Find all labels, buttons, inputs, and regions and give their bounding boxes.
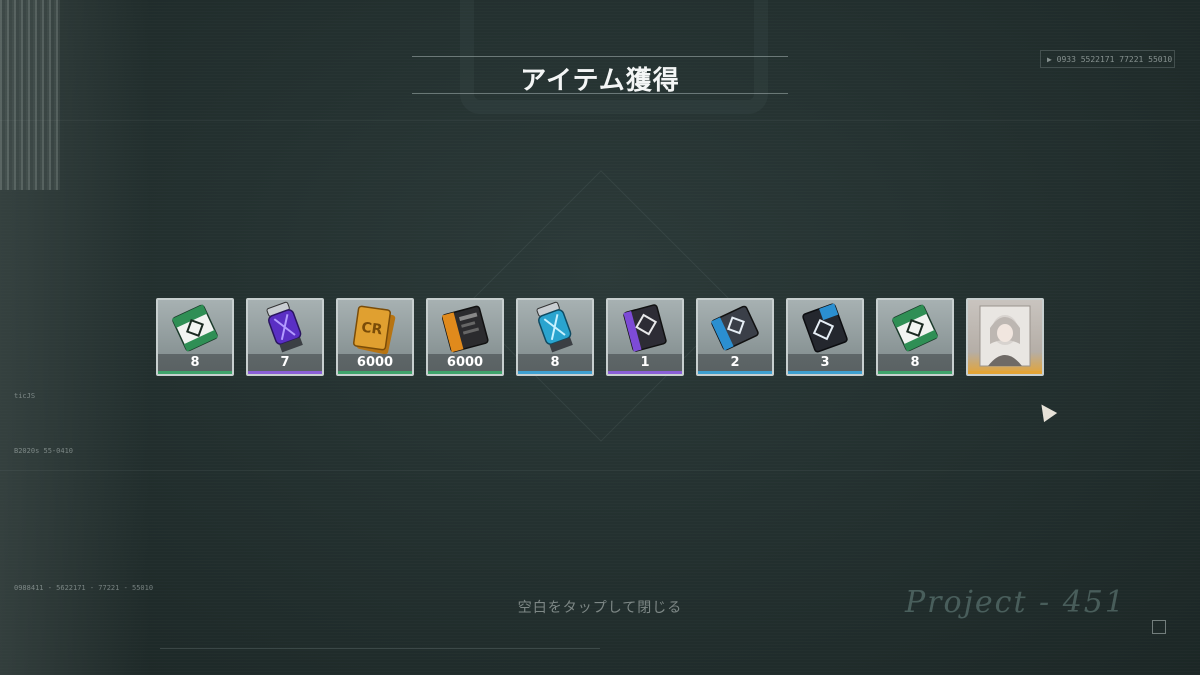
rarity-bar [788, 371, 862, 374]
reward-item[interactable]: 7 [246, 298, 324, 376]
page-title: アイテム獲得 [520, 66, 680, 96]
rarity-bar [608, 371, 682, 374]
rarity-bar [518, 371, 592, 374]
grid-line [0, 120, 1200, 121]
rarity-bar [428, 371, 502, 374]
reward-item[interactable] [966, 298, 1044, 376]
rarity-bar [338, 371, 412, 374]
svg-text:CR: CR [360, 320, 383, 339]
blue-dark-keycard-icon [788, 300, 862, 354]
left-hud-text: 0988411 - 5622171 - 77221 - 55010 [14, 584, 154, 592]
purple-canister-icon [248, 300, 322, 354]
rarity-bar [158, 371, 232, 374]
title-banner: アイテム獲得 [412, 56, 788, 96]
rarity-bar [248, 371, 322, 374]
character-card-icon [968, 300, 1042, 372]
reward-item[interactable]: 6000 [426, 298, 504, 376]
green-white-ticket-icon [878, 300, 952, 354]
dark-credit-card-icon [428, 300, 502, 354]
reward-item[interactable]: 3 [786, 298, 864, 376]
expand-icon[interactable] [1152, 620, 1166, 634]
project-logo: Project - 451 [905, 585, 1126, 620]
reward-item[interactable]: 8 [516, 298, 594, 376]
blue-chip-module-icon [698, 300, 772, 354]
left-hud-text: ticJS [14, 392, 36, 400]
reward-item[interactable]: 1 [606, 298, 684, 376]
pointer-cursor-icon [1034, 399, 1058, 423]
bottom-rule [160, 648, 600, 649]
hud-code-readout: ▶ 0933 5522171 77221 55010 T [1040, 50, 1175, 68]
left-hud-text: B2020s 55-0410 [14, 447, 74, 455]
purple-keycard-icon [608, 300, 682, 354]
rarity-bar [878, 371, 952, 374]
title-bottom-rule [412, 93, 788, 94]
reward-item[interactable]: 8 [876, 298, 954, 376]
blue-canister-icon [518, 300, 592, 354]
reward-item-list: 8 7 CR 6000 6000 8 1 2 3 8 [156, 298, 1044, 376]
rarity-bar [968, 371, 1042, 374]
reward-item[interactable]: 2 [696, 298, 774, 376]
gold-credit-card-icon: CR [338, 300, 412, 355]
reward-item[interactable]: CR 6000 [336, 298, 414, 376]
green-white-ticket-icon [158, 300, 232, 354]
glitch-noise-block [0, 0, 60, 190]
grid-line [0, 470, 1200, 471]
reward-item[interactable]: 8 [156, 298, 234, 376]
title-top-rule [412, 56, 788, 57]
rarity-bar [698, 371, 772, 374]
